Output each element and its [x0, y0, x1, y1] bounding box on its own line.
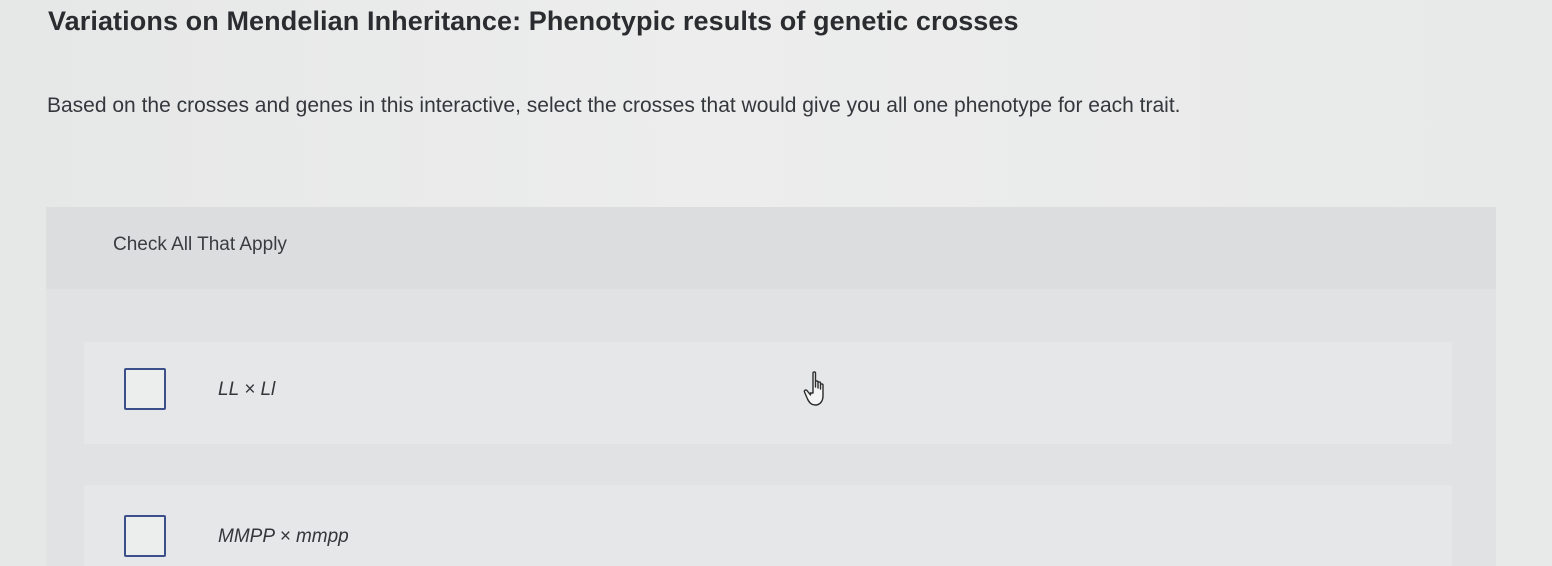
answer-panel: Check All That Apply LL × Ll MMPP × mmpp: [46, 207, 1496, 566]
option-1-label[interactable]: LL × Ll: [218, 379, 275, 401]
question-title: Variations on Mendelian Inheritance: Phe…: [48, 6, 1019, 36]
answer-panel-header: Check All That Apply: [46, 207, 1496, 289]
question-prompt: Based on the crosses and genes in this i…: [47, 94, 1181, 117]
question-page: Variations on Mendelian Inheritance: Phe…: [0, 0, 1552, 566]
answer-option-2[interactable]: MMPP × mmpp: [84, 485, 1452, 566]
check-all-instruction: Check All That Apply: [113, 234, 287, 255]
option-2-label[interactable]: MMPP × mmpp: [218, 526, 349, 548]
hand-pointer-icon: [803, 371, 824, 406]
option-1-checkbox[interactable]: [124, 368, 166, 410]
option-2-checkbox[interactable]: [124, 515, 166, 557]
answer-option-1[interactable]: LL × Ll: [84, 342, 1452, 444]
